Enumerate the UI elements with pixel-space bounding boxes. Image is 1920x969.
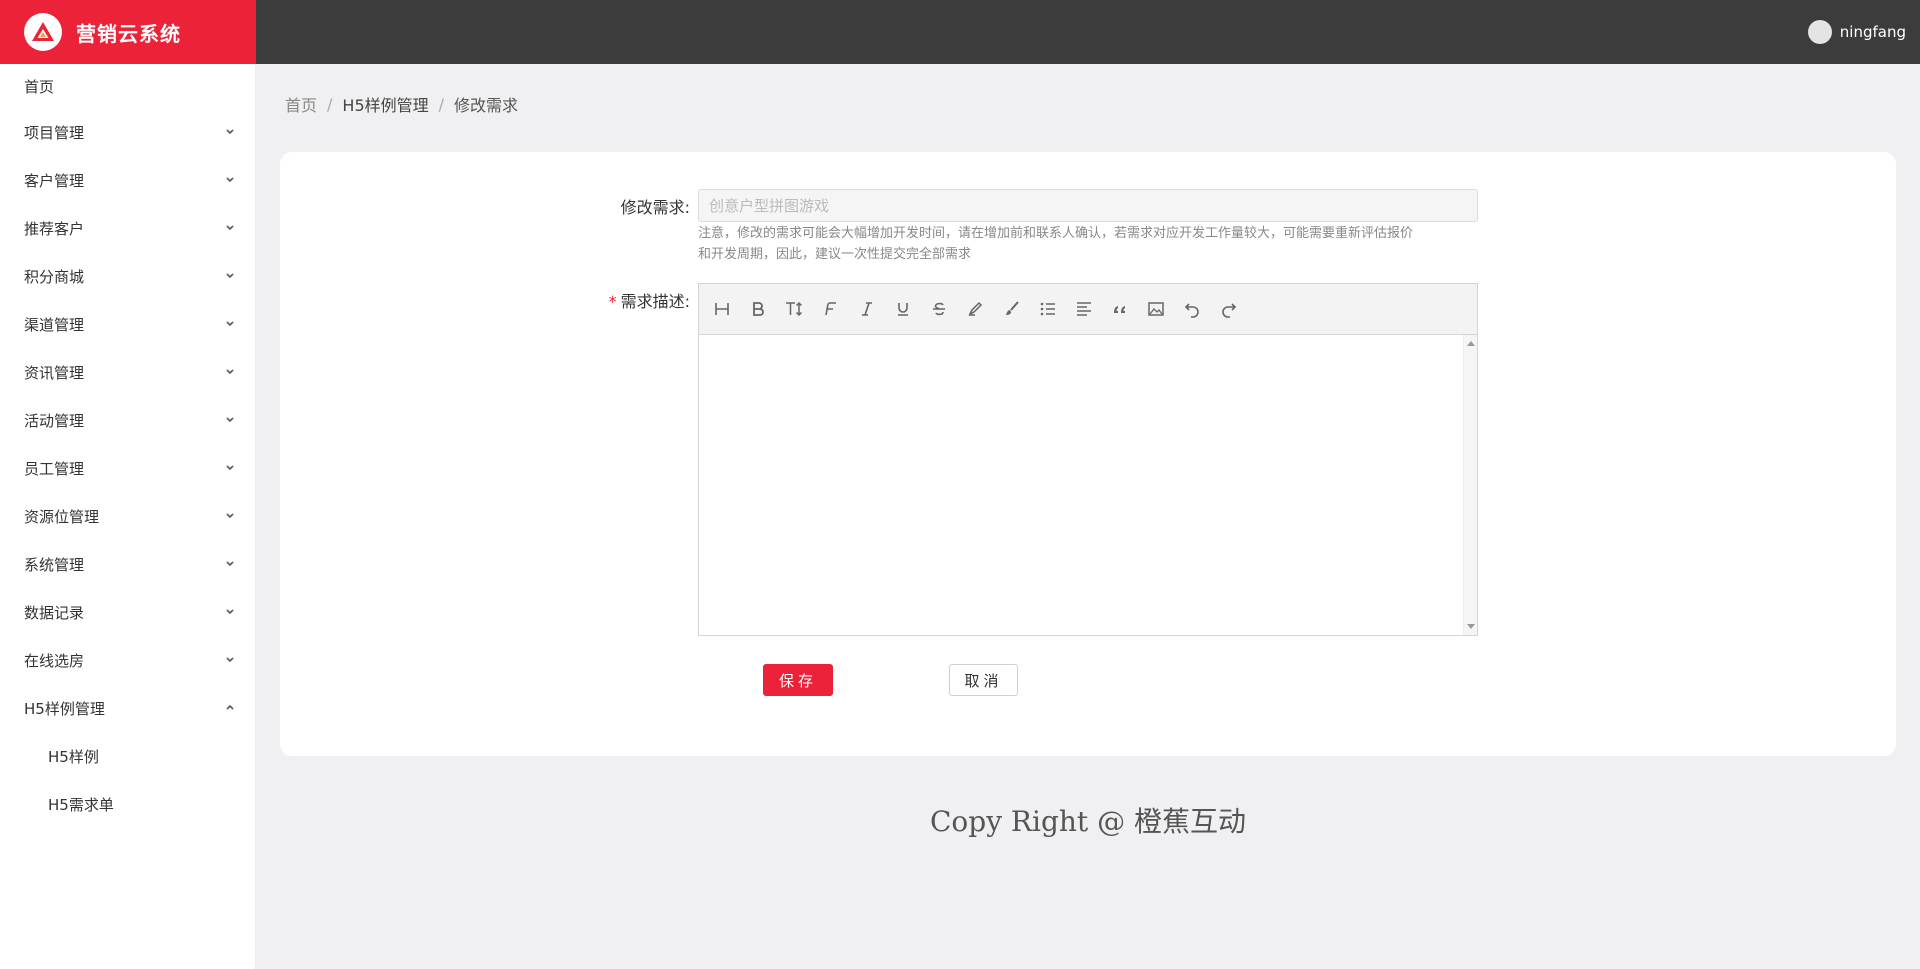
avatar[interactable] [1807,20,1832,44]
user-menu[interactable]: ningfang [1807,0,1906,64]
chevron-down-icon [226,513,234,519]
title-label-text: 修改需求: [620,198,690,217]
scroll-down-icon[interactable] [1467,624,1475,629]
italic-icon[interactable] [856,298,878,320]
form-hint: 注意，修改的需求可能会大幅增加开发时间，请在增加前和联系人确认，若需求对应开发工… [698,223,1488,265]
sidebar-item-label: 推荐客户 [24,219,85,238]
sidebar-item-group[interactable]: 客户管理 [0,156,255,204]
breadcrumb-separator: / [438,94,445,114]
chevron-down-icon [226,417,234,423]
image-icon[interactable] [1145,298,1167,320]
underline-icon[interactable] [892,298,914,320]
cancel-button[interactable]: 取消 [949,664,1018,696]
sidebar-groups: 项目管理客户管理推荐客户积分商城渠道管理资讯管理活动管理员工管理资源位管理系统管… [0,108,255,732]
sidebar-subitems: H5样例 H5需求单 [0,732,255,828]
chevron-down-icon [226,609,234,615]
breadcrumb-h5-manage[interactable]: H5样例管理 [342,92,428,116]
logo-icon [24,13,62,51]
sidebar-subitem[interactable]: H5样例 [0,732,255,780]
title-label: 修改需求: [530,194,690,218]
sidebar-subitem[interactable]: H5需求单 [0,780,255,828]
font-color-icon[interactable] [964,298,986,320]
user-name[interactable]: ningfang [1840,23,1906,41]
font-family-icon[interactable] [820,298,842,320]
footer-copyright: Copy Right @ 橙蕉互动 [930,805,1246,838]
list-icon[interactable] [1037,298,1059,320]
sidebar-item-group[interactable]: 在线选房 [0,636,255,684]
undo-icon[interactable] [1181,298,1203,320]
sidebar-item-label: 员工管理 [24,459,85,478]
editor-scrollbar[interactable] [1463,335,1477,635]
sidebar-item-home[interactable]: 首页 [0,64,255,108]
sidebar-item-label: 资讯管理 [24,363,85,382]
chevron-down-icon [226,225,234,231]
hint-line: 和开发周期，因此，建议一次性提交完全部需求 [698,247,972,262]
app-name: 营销云系统 [76,21,181,46]
sidebar-item-group[interactable]: 渠道管理 [0,300,255,348]
chevron-down-icon [226,177,234,183]
brand[interactable]: 营销云系统 [0,0,256,64]
sidebar-item-group[interactable]: H5样例管理 [0,684,255,732]
chevron-down-icon [226,129,234,135]
sidebar-item-label: 渠道管理 [24,315,85,334]
chevron-down-icon [226,657,234,663]
chevron-up-icon [226,704,234,710]
breadcrumb: 首页 / H5样例管理 / 修改需求 [285,92,518,116]
breadcrumb-separator: / [327,94,333,114]
background-color-icon[interactable] [1001,298,1023,320]
hint-line: 注意，修改的需求可能会大幅增加开发时间，请在增加前和联系人确认，若需求对应开发工… [698,226,1414,241]
sidebar-item-group[interactable]: 员工管理 [0,444,255,492]
chevron-down-icon [226,273,234,279]
sidebar-item-group[interactable]: 资源位管理 [0,492,255,540]
sidebar-item-group[interactable]: 系统管理 [0,540,255,588]
heading-icon[interactable] [711,298,733,320]
top-bar: 营销云系统 ningfang [0,0,1920,64]
sidebar-item-label: H5样例管理 [24,699,105,718]
sidebar-item-label: 首页 [24,77,55,96]
sidebar-item-group[interactable]: 资讯管理 [0,348,255,396]
description-label: * 需求描述: [530,288,690,312]
description-label-text: 需求描述: [620,292,690,311]
chevron-down-icon [226,465,234,471]
scroll-up-icon[interactable] [1467,341,1475,346]
sidebar-item-group[interactable]: 项目管理 [0,108,255,156]
title-input[interactable] [698,189,1478,222]
align-icon[interactable] [1073,298,1095,320]
sidebar: 首页 项目管理客户管理推荐客户积分商城渠道管理资讯管理活动管理员工管理资源位管理… [0,64,256,969]
editor-content-area[interactable] [699,335,1463,635]
sidebar-item-group[interactable]: 积分商城 [0,252,255,300]
rich-text-editor [698,283,1478,636]
sidebar-item-label: 数据记录 [24,603,85,622]
redo-icon[interactable] [1218,298,1240,320]
sidebar-item-group[interactable]: 数据记录 [0,588,255,636]
sidebar-item-label: 资源位管理 [24,507,100,526]
breadcrumb-current: 修改需求 [454,96,519,115]
quote-icon[interactable] [1109,298,1131,320]
sidebar-item-label: 系统管理 [24,555,85,574]
sidebar-item-label: 在线选房 [24,651,85,670]
strikethrough-icon[interactable] [928,298,950,320]
required-mark: * [608,292,617,311]
bold-icon[interactable] [747,298,769,320]
breadcrumb-home[interactable]: 首页 [285,92,317,116]
sidebar-item-label: 积分商城 [24,267,85,286]
save-button[interactable]: 保存 [763,664,833,696]
form-card: 修改需求: 注意，修改的需求可能会大幅增加开发时间，请在增加前和联系人确认，若需… [280,152,1896,756]
chevron-down-icon [226,369,234,375]
chevron-down-icon [226,561,234,567]
editor-toolbar [699,284,1477,335]
font-size-icon[interactable] [783,298,805,320]
sidebar-item-label: 客户管理 [24,171,85,190]
chevron-down-icon [226,321,234,327]
sidebar-item-group[interactable]: 推荐客户 [0,204,255,252]
sidebar-item-label: 项目管理 [24,123,85,142]
sidebar-item-label: 活动管理 [24,411,85,430]
sidebar-item-group[interactable]: 活动管理 [0,396,255,444]
